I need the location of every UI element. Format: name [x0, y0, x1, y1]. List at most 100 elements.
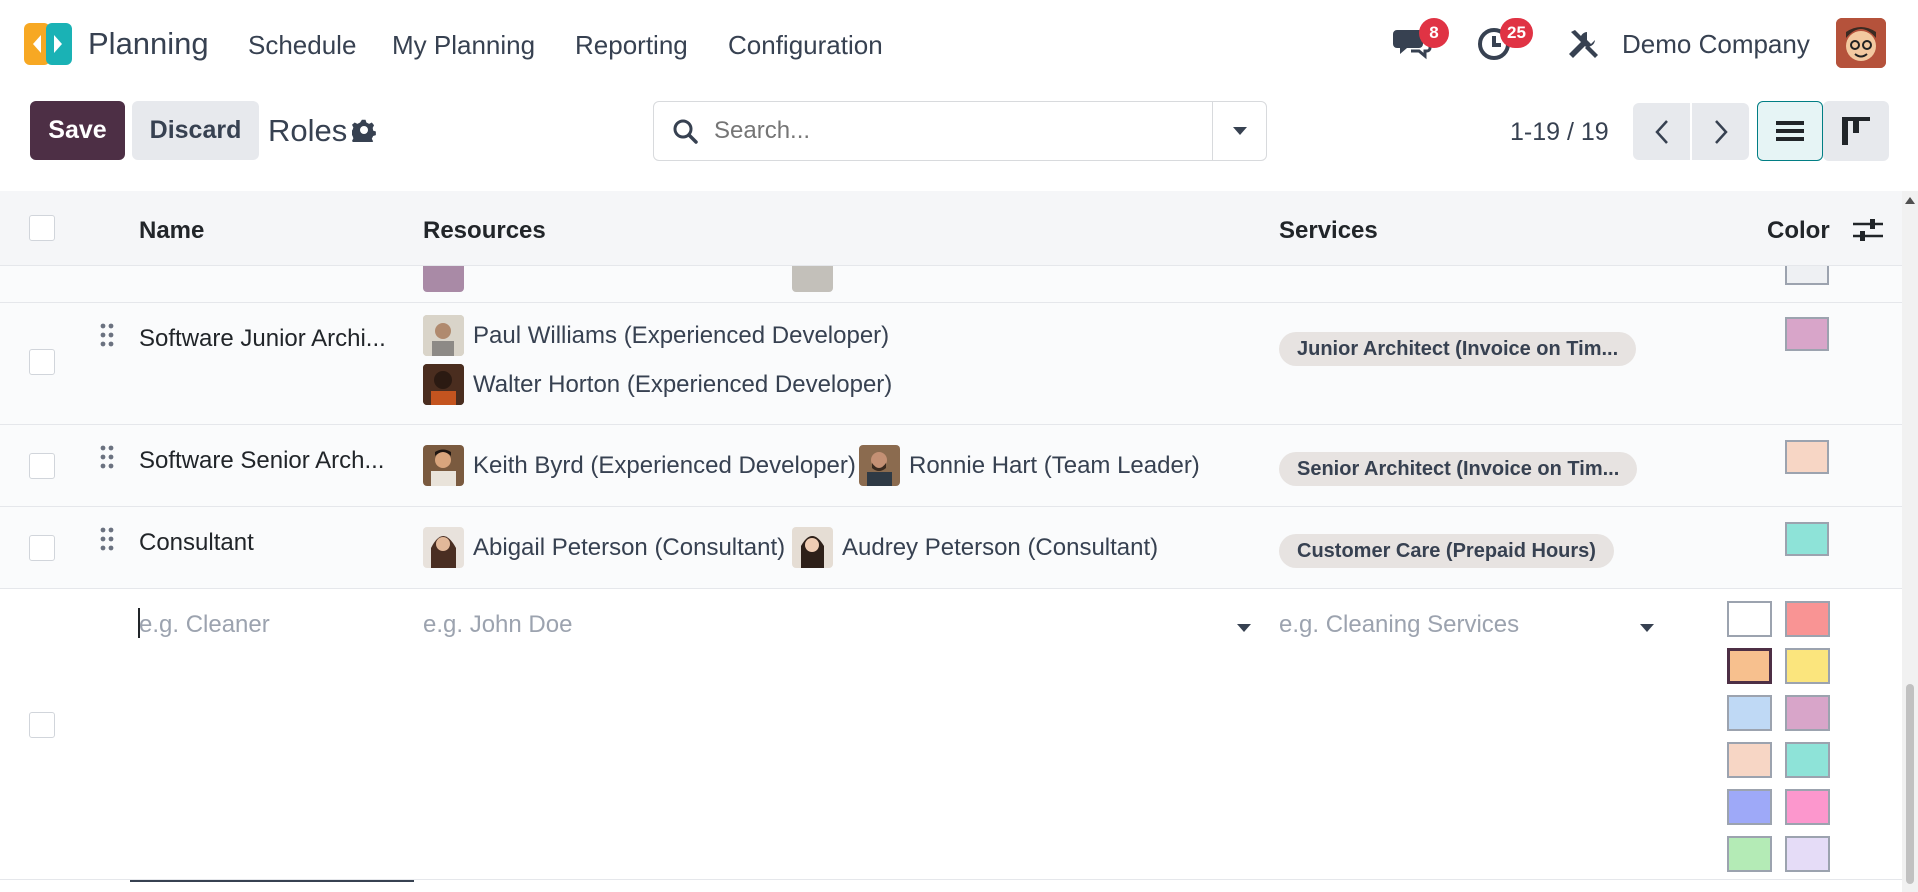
color-option[interactable] — [1785, 789, 1830, 825]
color-option[interactable] — [1785, 742, 1830, 778]
search-icon — [672, 118, 698, 149]
row-checkbox[interactable] — [29, 453, 55, 479]
table-header: Name Resources Services Color — [0, 191, 1902, 266]
activities-badge: 25 — [1500, 18, 1533, 48]
column-header-resources[interactable]: Resources — [423, 217, 546, 245]
resource-avatar — [423, 364, 464, 405]
drag-handle-icon[interactable] — [100, 323, 114, 352]
kanban-icon — [1842, 117, 1870, 145]
search-input[interactable] — [714, 114, 1174, 148]
vertical-scrollbar[interactable] — [1902, 191, 1918, 892]
app-name[interactable]: Planning — [88, 26, 209, 62]
resource-name: Keith Byrd (Experienced Developer) — [473, 451, 856, 479]
services-dropdown-icon[interactable] — [1640, 624, 1654, 632]
column-header-services[interactable]: Services — [1279, 217, 1378, 245]
name-input[interactable]: e.g. Cleaner — [139, 611, 270, 639]
row-checkbox[interactable] — [29, 349, 55, 375]
resource-tag: Ronnie Hart (Team Leader) — [859, 445, 1200, 486]
list-view-button[interactable] — [1757, 101, 1823, 161]
color-option[interactable] — [1727, 601, 1772, 637]
chevron-right-icon — [1714, 119, 1728, 144]
service-tag[interactable]: Junior Architect (Invoice on Tim... — [1279, 332, 1637, 366]
tools-icon — [1569, 30, 1598, 58]
pager-previous-button[interactable] — [1633, 103, 1690, 160]
color-option[interactable] — [1785, 836, 1830, 872]
messages-button[interactable]: 8 — [1393, 18, 1449, 67]
name-field-underline — [130, 880, 414, 882]
select-all-checkbox[interactable] — [29, 215, 55, 241]
table-row[interactable]: Consultant Abigail Peterson (Consultant)… — [0, 507, 1902, 589]
color-swatch[interactable] — [1785, 440, 1829, 474]
resource-tag: Keith Byrd (Experienced Developer) — [423, 445, 856, 486]
role-name[interactable]: Software Junior Archi... — [139, 325, 386, 353]
resource-avatar — [423, 315, 464, 356]
resource-avatar — [792, 527, 833, 568]
new-record-row[interactable]: e.g. Cleaner e.g. John Doe e.g. Cleaning… — [0, 590, 1902, 880]
kanban-view-button[interactable] — [1823, 101, 1889, 161]
color-option[interactable] — [1727, 742, 1772, 778]
column-header-name[interactable]: Name — [139, 217, 204, 245]
sliders-icon — [1853, 219, 1883, 241]
resource-tag: Walter Horton (Experienced Developer) — [423, 364, 892, 405]
gear-icon[interactable] — [349, 118, 376, 147]
menu-schedule[interactable]: Schedule — [248, 30, 356, 61]
color-swatch[interactable] — [1785, 317, 1829, 351]
planning-app-icon[interactable] — [24, 23, 72, 65]
roles-list: Name Resources Services Color Software J… — [0, 191, 1902, 892]
save-button[interactable]: Save — [30, 101, 125, 160]
color-option[interactable] — [1727, 789, 1772, 825]
top-navbar: Planning Schedule My Planning Reporting … — [0, 0, 1918, 88]
menu-configuration[interactable]: Configuration — [728, 30, 883, 61]
service-tag[interactable]: Customer Care (Prepaid Hours) — [1279, 534, 1614, 568]
menu-reporting[interactable]: Reporting — [575, 30, 688, 61]
menu-my-planning[interactable]: My Planning — [392, 30, 535, 61]
pager-value[interactable]: 1-19 / 19 — [1510, 118, 1609, 147]
caret-down-icon — [1232, 127, 1247, 135]
tools-button[interactable] — [1567, 28, 1599, 65]
column-header-color[interactable]: Color — [1767, 217, 1830, 245]
color-option[interactable] — [1785, 648, 1830, 684]
user-avatar[interactable] — [1836, 18, 1886, 68]
page-title: Roles — [268, 113, 348, 148]
color-option[interactable] — [1785, 601, 1830, 637]
optional-columns-toggle[interactable] — [1853, 217, 1883, 248]
chevron-left-icon — [1654, 119, 1668, 144]
resource-tag: Paul Williams (Experienced Developer) — [423, 315, 889, 356]
drag-handle-icon[interactable] — [100, 527, 114, 556]
color-option-selected[interactable] — [1727, 648, 1772, 684]
resources-input[interactable]: e.g. John Doe — [423, 611, 572, 639]
company-switcher[interactable]: Demo Company — [1622, 29, 1810, 60]
color-option[interactable] — [1727, 695, 1772, 731]
messages-badge: 8 — [1419, 18, 1449, 48]
resource-avatar — [859, 445, 900, 486]
resource-tag: Abigail Peterson (Consultant) — [423, 527, 785, 568]
service-tag[interactable]: Senior Architect (Invoice on Tim... — [1279, 452, 1638, 486]
list-icon — [1776, 121, 1804, 141]
resource-name: Audrey Peterson (Consultant) — [842, 533, 1159, 561]
resource-name: Walter Horton (Experienced Developer) — [473, 370, 893, 398]
scroll-up-arrow-icon[interactable] — [1902, 195, 1918, 207]
table-row[interactable]: Software Junior Archi... Paul Williams (… — [0, 303, 1902, 425]
pager-next-button[interactable] — [1692, 103, 1749, 160]
search-bar — [653, 101, 1267, 161]
activities-button[interactable]: 25 — [1476, 18, 1533, 67]
search-options-toggle[interactable] — [1212, 102, 1266, 160]
row-checkbox[interactable] — [29, 535, 55, 561]
table-row[interactable]: Software Senior Arch... Keith Byrd (Expe… — [0, 425, 1902, 507]
resources-dropdown-icon[interactable] — [1237, 624, 1251, 632]
resource-avatar — [423, 527, 464, 568]
scrollbar-thumb[interactable] — [1906, 684, 1914, 884]
color-swatch[interactable] — [1785, 522, 1829, 556]
row-checkbox[interactable] — [29, 712, 55, 738]
color-option[interactable] — [1727, 836, 1772, 872]
discard-button[interactable]: Discard — [132, 101, 259, 160]
resource-avatar — [423, 445, 464, 486]
role-name[interactable]: Consultant — [139, 529, 254, 557]
resource-name: Paul Williams (Experienced Developer) — [473, 321, 890, 349]
role-name[interactable]: Software Senior Arch... — [139, 447, 384, 475]
resource-name: Ronnie Hart (Team Leader) — [909, 451, 1200, 479]
drag-handle-icon[interactable] — [100, 445, 114, 474]
color-option[interactable] — [1785, 695, 1830, 731]
resource-tag: Audrey Peterson (Consultant) — [792, 527, 1158, 568]
services-input[interactable]: e.g. Cleaning Services — [1279, 611, 1519, 639]
